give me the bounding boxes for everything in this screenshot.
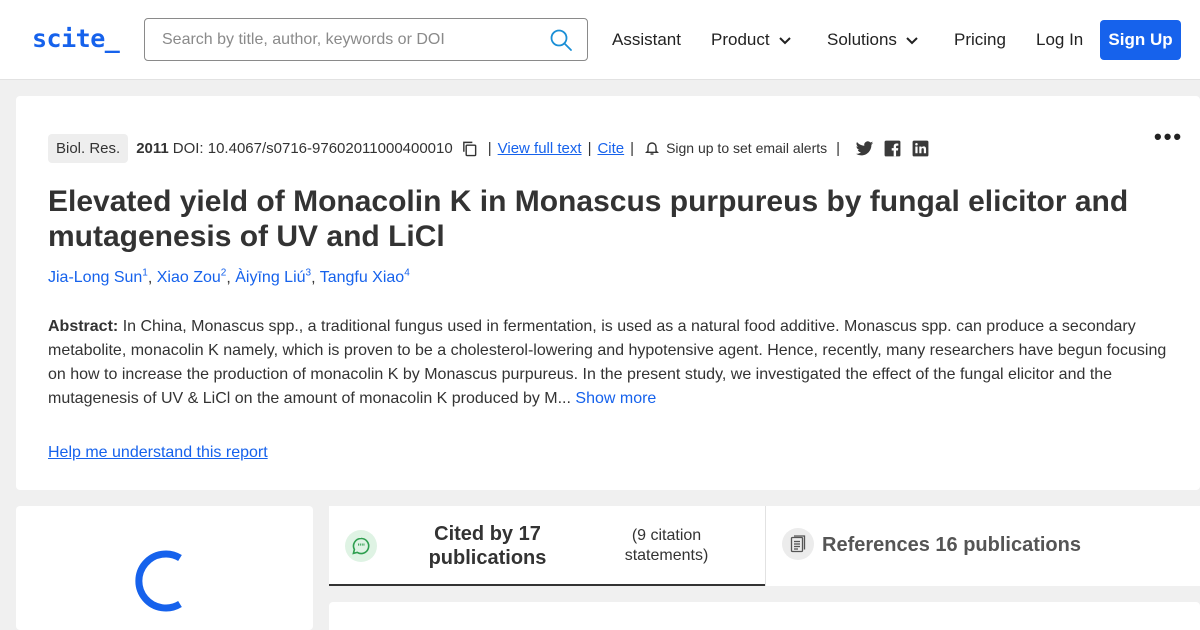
paper-meta-row: Biol. Res. 2011 DOI: 10.4067/s0716-97602… bbox=[48, 132, 930, 164]
email-alerts-link[interactable]: Sign up to set email alerts bbox=[666, 140, 827, 156]
separator: | bbox=[836, 139, 841, 157]
cite-link[interactable]: Cite bbox=[597, 140, 624, 157]
author-link[interactable]: Àiyīng Liú3 bbox=[235, 268, 311, 286]
nav-assistant[interactable]: Assistant bbox=[612, 30, 681, 50]
scite-logo[interactable]: scite_ bbox=[32, 24, 120, 53]
separator: | bbox=[487, 139, 492, 157]
copy-icon[interactable] bbox=[461, 140, 478, 157]
author-list: Jia-Long Sun1, Xiao Zou2, Àiyīng Liú3, T… bbox=[48, 268, 410, 287]
author-link[interactable]: Tangfu Xiao4 bbox=[320, 268, 410, 286]
references-badge bbox=[782, 528, 814, 560]
nav-assistant-label: Assistant bbox=[612, 30, 681, 49]
chevron-down-icon bbox=[906, 37, 918, 45]
svg-text:": " bbox=[361, 542, 365, 551]
nav-pricing[interactable]: Pricing bbox=[954, 30, 1006, 50]
tab-cited-label: Cited by 17 publications bbox=[428, 523, 547, 569]
more-options-icon[interactable]: ••• bbox=[1154, 124, 1183, 150]
chevron-down-icon bbox=[778, 37, 791, 45]
loading-spinner-icon bbox=[135, 550, 182, 612]
document-icon bbox=[790, 535, 806, 553]
author-link[interactable]: Xiao Zou2 bbox=[157, 268, 227, 286]
nav-solutions[interactable]: Solutions bbox=[827, 30, 919, 50]
sidebar-panel bbox=[16, 506, 313, 630]
nav-solutions-label: Solutions bbox=[827, 30, 897, 49]
bell-icon[interactable] bbox=[644, 140, 660, 156]
tab-cited-by[interactable]: " " Cited by 17 publications (9 citation… bbox=[329, 506, 765, 586]
publication-year: 2011 bbox=[136, 139, 169, 157]
linkedin-icon[interactable] bbox=[911, 139, 930, 158]
show-more-link[interactable]: Show more bbox=[575, 390, 656, 407]
facebook-icon[interactable] bbox=[883, 139, 902, 158]
abstract-label: Abstract: bbox=[48, 318, 119, 335]
cited-badge: " " bbox=[345, 530, 377, 562]
paper-card: Biol. Res. 2011 DOI: 10.4067/s0716-97602… bbox=[16, 96, 1200, 490]
separator: | bbox=[630, 139, 635, 157]
login-link[interactable]: Log In bbox=[1036, 30, 1083, 50]
login-label: Log In bbox=[1036, 30, 1084, 49]
search-input[interactable] bbox=[145, 19, 535, 60]
journal-badge[interactable]: Biol. Res. bbox=[48, 133, 129, 163]
citation-statement-card bbox=[329, 602, 1200, 630]
citation-statements-count: (9 citation statements) bbox=[624, 527, 709, 564]
search-icon[interactable] bbox=[549, 28, 573, 52]
help-understand-link[interactable]: Help me understand this report bbox=[48, 444, 268, 462]
nav-product-label: Product bbox=[711, 30, 770, 49]
doi-text: DOI: 10.4067/s0716-97602011000400010 bbox=[172, 139, 453, 157]
paper-title: Elevated yield of Monacolin K in Monascu… bbox=[48, 185, 1129, 253]
author-link[interactable]: Jia-Long Sun1 bbox=[48, 268, 148, 286]
citation-tabs: " " Cited by 17 publications (9 citation… bbox=[329, 506, 1200, 586]
view-full-text-link[interactable]: View full text bbox=[498, 140, 582, 157]
search-box[interactable] bbox=[144, 18, 588, 61]
signup-button[interactable]: Sign Up bbox=[1100, 20, 1181, 60]
twitter-icon[interactable] bbox=[855, 139, 874, 158]
separator: | bbox=[587, 139, 592, 157]
chat-quote-icon: " " bbox=[352, 537, 370, 555]
abstract: Abstract: In China, Monascus spp., a tra… bbox=[48, 315, 1173, 411]
nav-pricing-label: Pricing bbox=[954, 30, 1006, 49]
nav-product[interactable]: Product bbox=[711, 30, 792, 50]
tab-references-label: References 16 publications bbox=[822, 534, 1081, 556]
tab-references[interactable]: References 16 publications bbox=[766, 506, 1200, 586]
top-header: scite_ Assistant Product Solutions Prici… bbox=[0, 0, 1200, 80]
